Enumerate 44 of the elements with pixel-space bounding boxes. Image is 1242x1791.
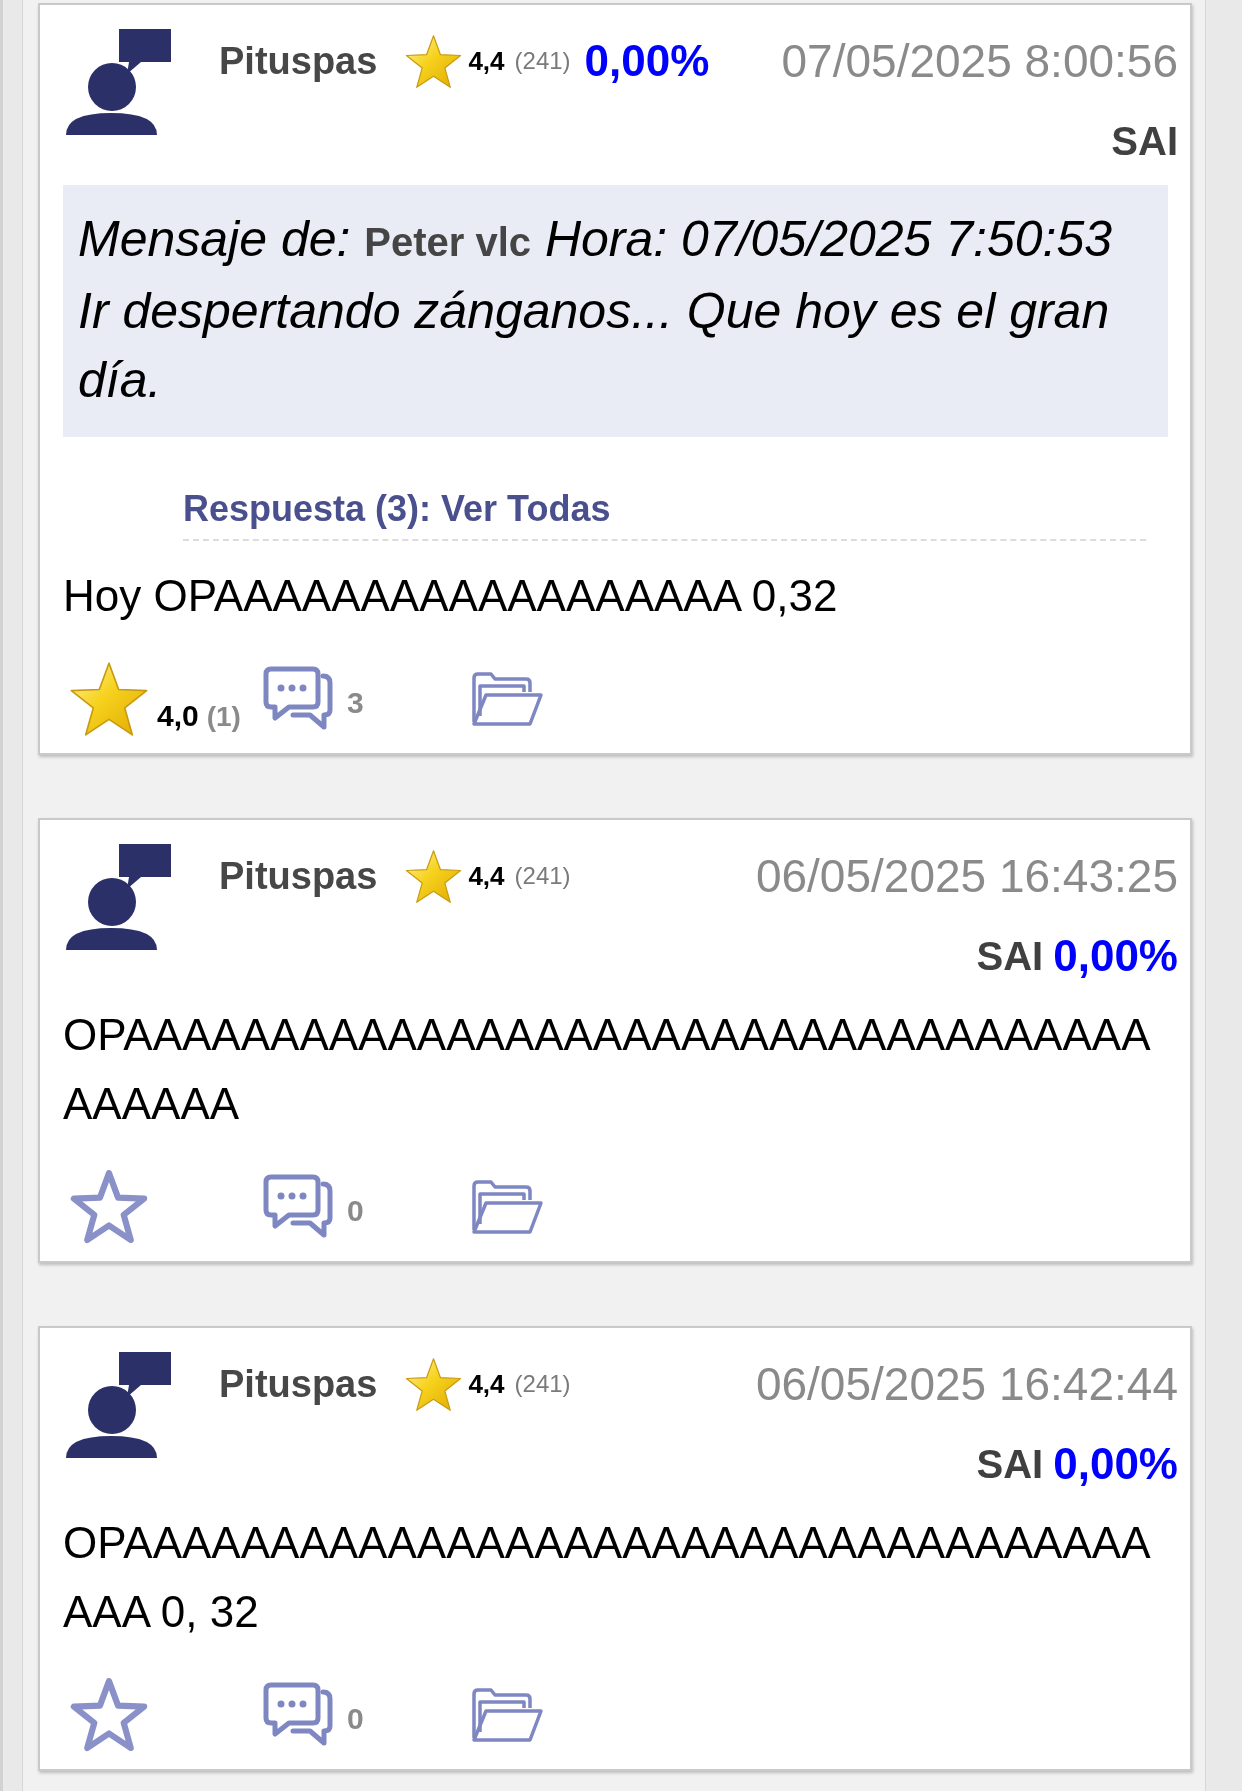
post-text: OPAAAAAAAAAAAAAAAAAAAAAAAAAAAAAAAAAAAAAAAAA: [63, 1009, 1152, 1130]
author-rating: 4,4: [468, 1367, 505, 1401]
user-avatar-icon: [65, 844, 171, 950]
comment-count: 3: [347, 684, 364, 721]
author-votes: (241): [514, 1369, 571, 1399]
author-name[interactable]: Pituspas: [219, 847, 378, 905]
star-icon[interactable]: [69, 661, 149, 737]
comment-count: 0: [347, 1700, 364, 1737]
star-icon[interactable]: [69, 1170, 149, 1244]
post-text: Hoy OPAAAAAAAAAAAAAAAAAA 0,32: [63, 570, 839, 622]
ticker-link[interactable]: SAI: [1111, 111, 1178, 171]
ticker-link[interactable]: SAI: [976, 1434, 1044, 1494]
comment-count: 0: [347, 1192, 364, 1229]
user-avatar-icon: [65, 29, 171, 135]
author-name[interactable]: Pituspas: [219, 1355, 378, 1413]
star-icon: [405, 848, 463, 904]
post-datetime: 06/05/2025 16:42:44: [755, 1356, 1178, 1412]
user-avatar-icon: [65, 1352, 171, 1458]
folder-icon[interactable]: [470, 670, 544, 728]
replies-link[interactable]: Respuesta (3): Ver Todas: [183, 487, 611, 531]
change-percent: 0,00%: [584, 35, 710, 87]
comments-icon[interactable]: [263, 666, 335, 732]
post-datetime: 07/05/2025 8:00:56: [781, 33, 1178, 89]
post-rating: 4,0: [157, 701, 199, 734]
author-votes: (241): [514, 46, 571, 76]
folder-icon[interactable]: [470, 1178, 544, 1236]
star-icon[interactable]: [69, 1678, 149, 1752]
author-rating: 4,4: [468, 859, 505, 893]
star-icon: [405, 1356, 463, 1412]
comments-icon[interactable]: [263, 1174, 335, 1240]
folder-icon[interactable]: [470, 1686, 544, 1744]
quote-header: Mensaje de: Peter vlc Hora: 07/05/2025 7:50:53: [78, 210, 1114, 269]
post-text: OPAAAAAAAAAAAAAAAAAAAAAAAAAAAAAAAAAAAAAA 0, 32: [63, 1517, 1152, 1638]
change-percent: 0,00%: [1053, 1438, 1178, 1490]
post-datetime: 06/05/2025 16:43:25: [755, 848, 1178, 904]
author-name[interactable]: Pituspas: [219, 32, 378, 90]
comments-icon[interactable]: [263, 1682, 335, 1748]
change-percent: 0,00%: [1053, 930, 1178, 982]
post-votes: (1): [206, 703, 241, 734]
author-rating: 4,4: [468, 44, 505, 78]
ticker-link[interactable]: SAI: [976, 926, 1044, 986]
star-icon: [405, 33, 463, 89]
author-votes: (241): [514, 861, 571, 891]
quote-text: Ir despertando zánganos... Que hoy es el gran día.: [78, 282, 1111, 410]
